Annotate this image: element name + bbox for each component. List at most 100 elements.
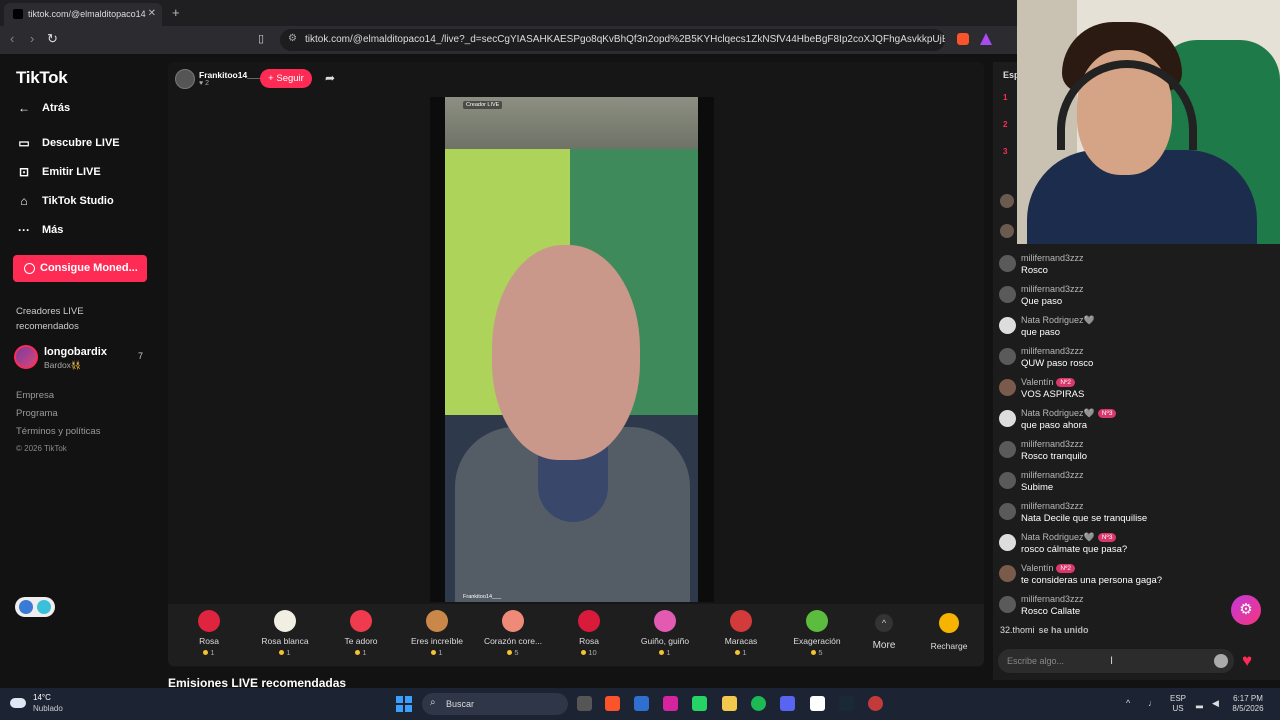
gift-item[interactable]: Exageración 5 <box>779 604 855 666</box>
microphone-icon[interactable]: ♩ <box>1148 698 1157 708</box>
file-explorer-icon[interactable] <box>722 696 737 711</box>
username-text: milifernand3zzz <box>1021 594 1084 604</box>
gift-item[interactable]: Corazón core... 5 <box>475 604 551 666</box>
chat-username[interactable]: Nata Rodriguez🩶 Nº3 <box>1021 408 1117 419</box>
close-tab-icon[interactable]: ✕ <box>148 8 156 19</box>
nav-tiktok-studio[interactable]: ⌂ TikTok Studio <box>16 192 113 210</box>
avatar[interactable] <box>999 379 1016 396</box>
joined-user[interactable]: 32.thomi <box>1000 625 1035 635</box>
app-icon[interactable] <box>868 696 883 711</box>
chat-username[interactable]: Valentín Nº2 <box>1021 377 1076 387</box>
nav-more[interactable]: ··· Más <box>16 221 63 239</box>
back-arrow-icon[interactable]: ‹ <box>10 31 14 46</box>
live-video[interactable]: Creador LIVE Frankitoo14___ <box>430 97 714 602</box>
avatar[interactable] <box>999 348 1016 365</box>
host-avatar[interactable] <box>175 69 195 89</box>
taskbar-search[interactable]: ⌕ Buscar <box>422 693 568 715</box>
chat-text: Subime <box>1021 482 1054 493</box>
nav-go-live[interactable]: ⊡ Emitir LIVE <box>16 163 101 181</box>
chat-username[interactable]: milifernand3zzz <box>1021 594 1084 604</box>
like-heart-icon[interactable]: ♥ <box>1242 651 1252 671</box>
chat-username[interactable]: Nata Rodriguez🩶 <box>1021 315 1095 326</box>
chat-username[interactable]: milifernand3zzz <box>1021 470 1084 480</box>
gift-item[interactable]: Eres increíble 1 <box>399 604 475 666</box>
footer-link-programa[interactable]: Programa <box>16 408 58 419</box>
chat-username[interactable]: milifernand3zzz <box>1021 346 1084 356</box>
gift-item[interactable]: Guiño, guiño 1 <box>627 604 703 666</box>
chat-input[interactable]: Escribe algo... <box>998 649 1234 673</box>
username-text: milifernand3zzz <box>1021 346 1084 356</box>
weather-widget[interactable]: 14°C Nublado <box>10 693 100 717</box>
extension-toggle[interactable] <box>15 597 55 617</box>
avatar[interactable] <box>999 317 1016 334</box>
notion-icon[interactable] <box>810 696 825 711</box>
chat-username[interactable]: Valentín Nº2 <box>1021 563 1076 573</box>
clock[interactable]: 6:17 PM 8/5/2026 <box>1228 694 1268 714</box>
avatar[interactable] <box>999 472 1016 489</box>
creator-subtitle: Bardox👯 <box>44 360 82 370</box>
settings-gear-icon[interactable]: ⚙ <box>1231 595 1261 625</box>
share-icon[interactable]: ➦ <box>325 71 335 85</box>
avatar[interactable] <box>999 441 1016 458</box>
tray-chevron-icon[interactable]: ^ <box>1126 698 1130 708</box>
gift-name: Rosa blanca <box>261 636 309 646</box>
address-bar[interactable]: ⚙ tiktok.com/@elmalditopaco14_/live?_d=s… <box>280 29 945 51</box>
chat-message: Nata Rodriguez🩶 Nº3 rosco cálmate que pasa… <box>999 532 1269 562</box>
gift-name: Maracas <box>724 636 758 646</box>
avatar[interactable] <box>999 286 1016 303</box>
footer-link-empresa[interactable]: Empresa <box>16 390 54 401</box>
chat-username[interactable]: milifernand3zzz <box>1021 284 1084 294</box>
gift-item[interactable]: Te adoro 1 <box>323 604 399 666</box>
gift-item[interactable]: Rosa blanca 1 <box>247 604 323 666</box>
avatar[interactable] <box>999 503 1016 520</box>
avatar[interactable] <box>999 255 1016 272</box>
avatar[interactable] <box>1000 224 1014 238</box>
chat-text: que paso <box>1021 327 1061 338</box>
whatsapp-icon[interactable] <box>692 696 707 711</box>
gift-item[interactable]: Rosa 1 <box>171 604 247 666</box>
host-likes: ♥ 2 <box>199 80 209 87</box>
brave-rewards-icon[interactable] <box>980 33 992 45</box>
back-link[interactable]: ← Atrás <box>16 99 70 117</box>
steam-icon[interactable] <box>839 696 854 711</box>
footer-link-terms[interactable]: Términos y políticas <box>16 426 100 437</box>
spotify-icon[interactable] <box>751 696 766 711</box>
avatar[interactable] <box>999 410 1016 427</box>
chat-username[interactable]: Nata Rodriguez🩶 Nº3 <box>1021 532 1117 543</box>
reload-icon[interactable]: ↻ <box>47 31 58 47</box>
new-tab-button[interactable]: + <box>172 5 180 20</box>
site-settings-icon[interactable]: ⚙ <box>288 33 297 44</box>
forward-arrow-icon[interactable]: › <box>30 31 34 46</box>
volume-icon[interactable]: ◀ <box>1212 698 1219 709</box>
gift-item[interactable]: Rosa 10 <box>551 604 627 666</box>
language-indicator[interactable]: ESP US <box>1166 694 1190 714</box>
nav-discover-live[interactable]: ▭ Descubre LIVE <box>16 134 119 152</box>
instagram-icon[interactable] <box>663 696 678 711</box>
avatar[interactable] <box>999 565 1016 582</box>
chat-username[interactable]: milifernand3zzz <box>1021 439 1084 449</box>
emoji-icon[interactable] <box>1214 654 1228 668</box>
recharge-button[interactable]: Recharge <box>920 604 978 666</box>
more-gifts-button[interactable]: ^ More <box>862 604 906 666</box>
browser-tab[interactable]: tiktok.com/@elmalditopaco14 ✕ <box>4 3 162 26</box>
windows-start-icon[interactable] <box>396 696 412 712</box>
store-icon[interactable] <box>634 696 649 711</box>
recommended-creator[interactable]: longobardix Bardox👯 7 <box>14 345 154 375</box>
discord-icon[interactable] <box>780 696 795 711</box>
tiktok-logo[interactable]: TikTok <box>16 68 68 88</box>
brave-shields-icon[interactable] <box>957 33 969 45</box>
gift-icon <box>198 610 220 632</box>
avatar[interactable] <box>999 596 1016 613</box>
bookmark-icon[interactable]: ▯ <box>258 32 264 45</box>
chat-username[interactable]: milifernand3zzz <box>1021 501 1084 511</box>
avatar[interactable] <box>999 534 1016 551</box>
gift-icon <box>350 610 372 632</box>
chat-username[interactable]: milifernand3zzz <box>1021 253 1084 263</box>
get-coins-button[interactable]: Consigue Moned... <box>13 255 147 282</box>
network-icon[interactable]: ▂ <box>1196 698 1203 709</box>
brave-browser-icon[interactable] <box>605 696 620 711</box>
avatar[interactable] <box>1000 194 1014 208</box>
gift-item[interactable]: Maracas 1 <box>703 604 779 666</box>
task-view-icon[interactable] <box>577 696 592 711</box>
follow-button[interactable]: + Seguir <box>260 69 312 88</box>
